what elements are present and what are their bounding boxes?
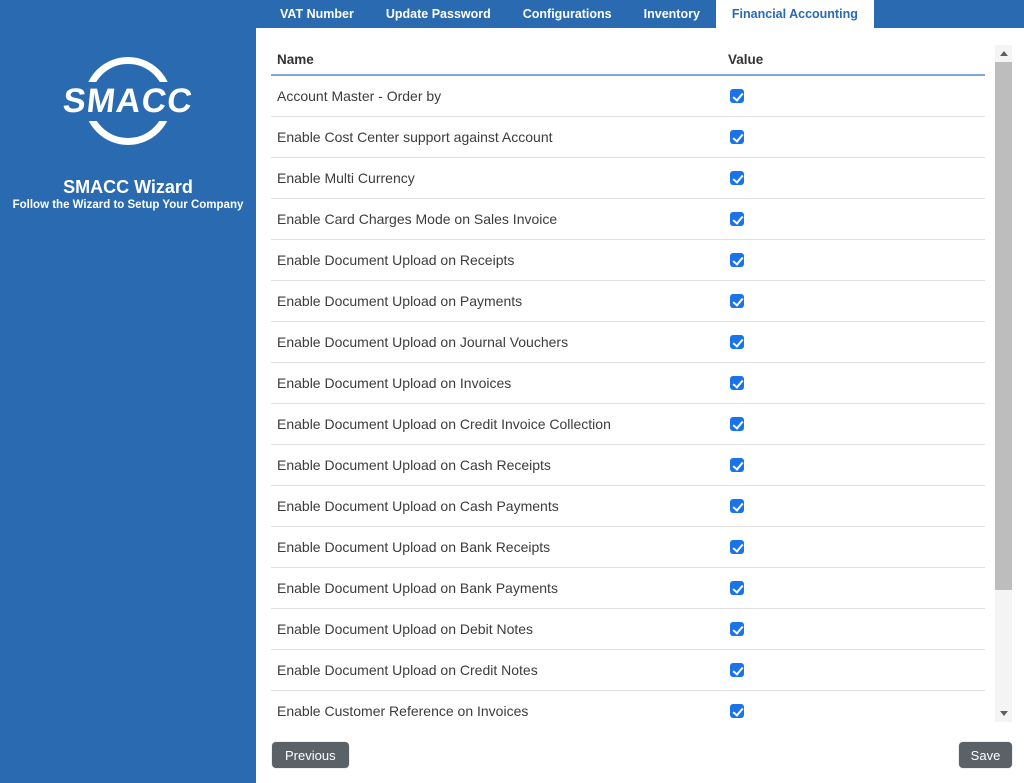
table-row: Enable Document Upload on Journal Vouche…	[271, 322, 985, 363]
setting-label: Enable Document Upload on Invoices	[277, 375, 512, 391]
setting-label: Enable Document Upload on Debit Notes	[277, 621, 534, 637]
table-header: Name Value	[271, 45, 985, 76]
setting-label: Enable Document Upload on Credit Invoice…	[277, 416, 611, 432]
tab-inventory[interactable]: Inventory	[628, 0, 716, 28]
value-checkbox[interactable]	[730, 622, 744, 636]
value-checkbox[interactable]	[730, 335, 744, 349]
value-checkbox[interactable]	[730, 663, 744, 677]
scroll-up-button[interactable]	[995, 45, 1012, 62]
sidebar: SMACC SMACC Wizard Follow the Wizard to …	[0, 0, 256, 783]
table-row: Account Master - Order by	[271, 76, 985, 117]
table-row: Enable Document Upload on Debit Notes	[271, 609, 985, 650]
table-row: Enable Document Upload on Credit Invoice…	[271, 404, 985, 445]
scroll-up-icon	[999, 51, 1008, 56]
column-header-value: Value	[728, 52, 764, 67]
value-checkbox[interactable]	[730, 89, 744, 103]
table-row: Enable Document Upload on Cash Receipts	[271, 445, 985, 486]
setting-label: Enable Document Upload on Receipts	[277, 252, 515, 268]
value-checkbox[interactable]	[730, 417, 744, 431]
table-row: Enable Document Upload on Payments	[271, 281, 985, 322]
setting-label: Enable Card Charges Mode on Sales Invoic…	[277, 211, 558, 227]
table-row: Enable Document Upload on Bank Payments	[271, 568, 985, 609]
tab-configurations[interactable]: Configurations	[507, 0, 628, 28]
vertical-scrollbar[interactable]	[995, 45, 1012, 722]
tab-vat-number[interactable]: VAT Number	[264, 0, 370, 28]
wizard-subtitle: Follow the Wizard to Setup Your Company	[12, 199, 244, 211]
value-checkbox[interactable]	[730, 704, 744, 718]
value-checkbox[interactable]	[730, 212, 744, 226]
setting-label: Enable Document Upload on Cash Payments	[277, 498, 559, 514]
content-panel: Name Value Account Master - Order by Ena…	[256, 28, 1024, 783]
setting-label: Enable Multi Currency	[277, 170, 415, 186]
setting-label: Enable Document Upload on Bank Payments	[277, 580, 558, 596]
setting-label: Enable Document Upload on Payments	[277, 293, 523, 309]
table-row: Enable Document Upload on Receipts	[271, 240, 985, 281]
table-row: Enable Document Upload on Invoices	[271, 363, 985, 404]
value-checkbox[interactable]	[730, 376, 744, 390]
previous-button[interactable]: Previous	[272, 742, 349, 768]
scroll-down-icon	[999, 711, 1008, 716]
table-row: Enable Cost Center support against Accou…	[271, 117, 985, 158]
save-button[interactable]: Save	[959, 742, 1012, 768]
tab-update-password[interactable]: Update Password	[370, 0, 507, 28]
value-checkbox[interactable]	[730, 294, 744, 308]
value-checkbox[interactable]	[730, 458, 744, 472]
table-row: Enable Card Charges Mode on Sales Invoic…	[271, 199, 985, 240]
table-row: Enable Customer Reference on Invoices	[271, 691, 985, 722]
scrollbar-thumb[interactable]	[995, 62, 1012, 590]
setting-label: Enable Document Upload on Bank Receipts	[277, 539, 551, 555]
value-checkbox[interactable]	[730, 581, 744, 595]
setting-label: Enable Cost Center support against Accou…	[277, 129, 553, 145]
setting-label: Enable Document Upload on Credit Notes	[277, 662, 538, 678]
value-checkbox[interactable]	[730, 499, 744, 513]
table-row: Enable Document Upload on Cash Payments	[271, 486, 985, 527]
wizard-title: SMACC Wizard	[63, 177, 193, 197]
table-row: Enable Document Upload on Bank Receipts	[271, 527, 985, 568]
scroll-down-button[interactable]	[995, 705, 1012, 722]
settings-table: Name Value Account Master - Order by Ena…	[271, 45, 985, 722]
column-header-name: Name	[277, 52, 314, 67]
smacc-logo-text: SMACC	[54, 82, 202, 121]
value-checkbox[interactable]	[730, 130, 744, 144]
value-checkbox[interactable]	[730, 171, 744, 185]
table-row: Enable Document Upload on Credit Notes	[271, 650, 985, 691]
setting-label: Enable Document Upload on Journal Vouche…	[277, 334, 569, 350]
value-checkbox[interactable]	[730, 253, 744, 267]
table-row: Enable Multi Currency	[271, 158, 985, 199]
value-checkbox[interactable]	[730, 540, 744, 554]
setting-label: Account Master - Order by	[277, 88, 442, 104]
tab-bar: VAT Number Update Password Configuration…	[256, 0, 1024, 28]
setting-label: Enable Customer Reference on Invoices	[277, 703, 529, 719]
tab-financial-accounting[interactable]: Financial Accounting	[715, 0, 874, 28]
setting-label: Enable Document Upload on Cash Receipts	[277, 457, 551, 473]
